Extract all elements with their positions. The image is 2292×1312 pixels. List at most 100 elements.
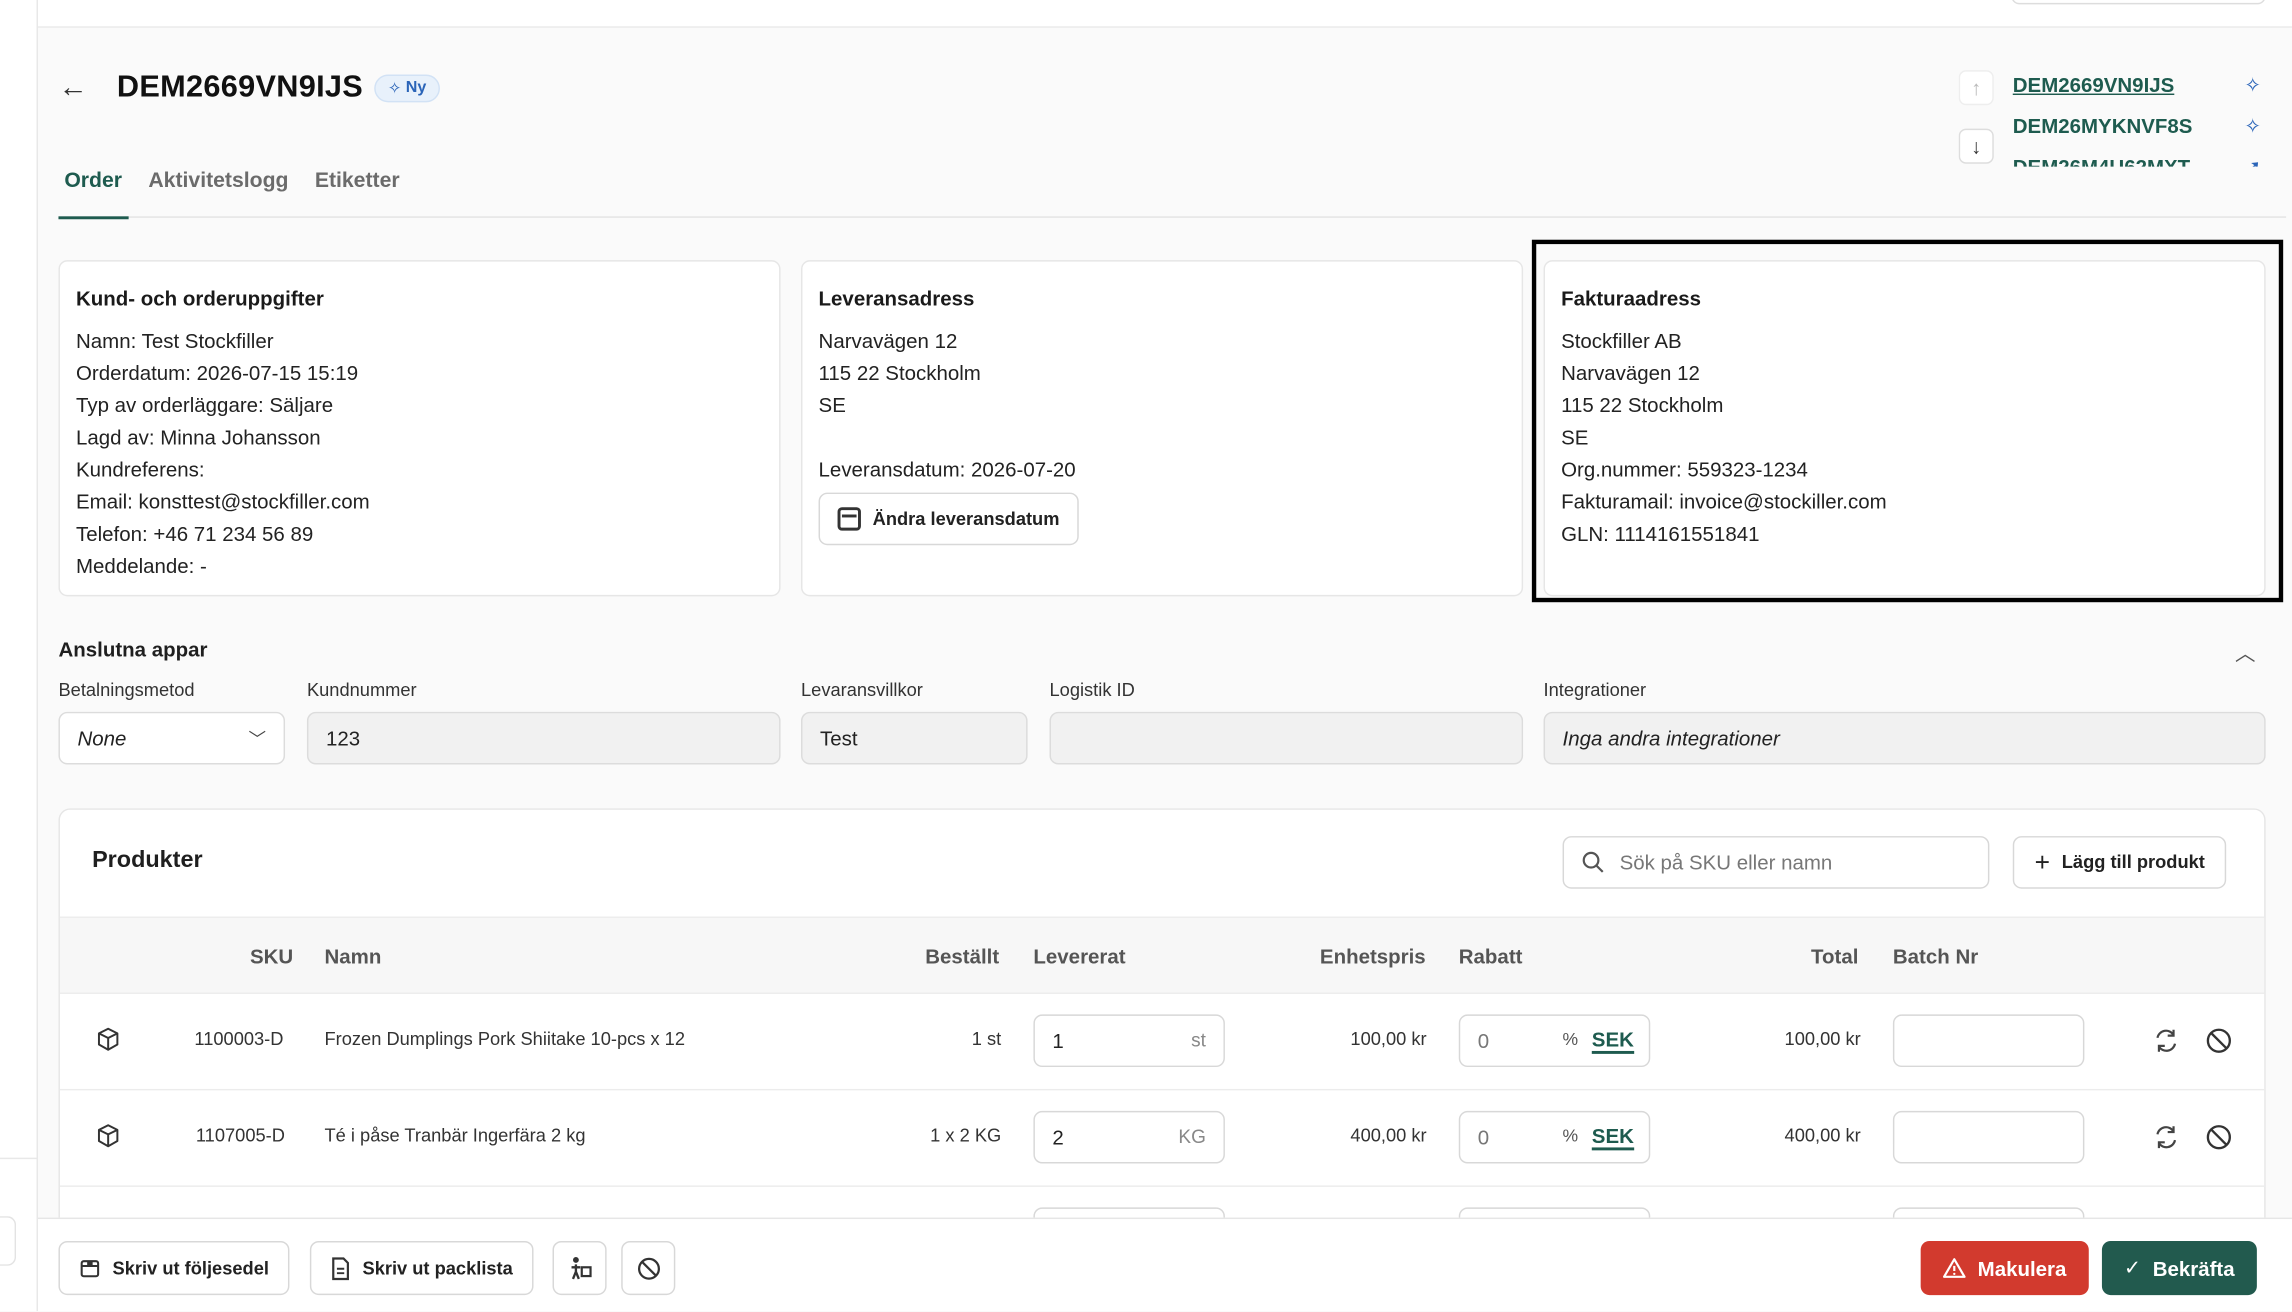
payment-method-value: None: [77, 726, 127, 750]
delivery-address-card: Leveransadress Narvavägen 12 115 22 Stoc…: [801, 260, 1524, 597]
placed-by: Lagd av: Minna Johansson: [76, 425, 321, 449]
customer-order-card: Kund- och orderuppgifter Namn: Test Stoc…: [58, 260, 781, 597]
sidebar-collapsed: [0, 0, 39, 1312]
nav-order-item[interactable]: DEM2669VN9IJS ✧: [2013, 73, 2261, 98]
column-unit-price: Enhetspris: [1319, 944, 1426, 968]
customer-message: Meddelande: -: [76, 553, 207, 578]
product-search-input[interactable]: Sök på SKU eller namn: [1562, 836, 1990, 889]
add-product-button[interactable]: + Lägg till produkt: [2012, 836, 2227, 889]
currency-toggle[interactable]: SEK: [1591, 1028, 1634, 1054]
delivery-country: SE: [818, 393, 846, 417]
package-icon: [97, 1027, 119, 1051]
nav-order-item[interactable]: DEM26M4U62MXT ➚: [2013, 155, 2261, 167]
customer-number-label: Kundnummer: [306, 679, 417, 701]
card-title: Fakturaadress: [1561, 286, 1702, 310]
invoice-email: Fakturamail: invoice@stockiller.com: [1561, 489, 1887, 514]
refresh-icon[interactable]: [2152, 1026, 2181, 1055]
column-sku: SKU: [249, 944, 294, 968]
change-delivery-date-button[interactable]: Ändra leveransdatum: [818, 492, 1079, 546]
currency-toggle[interactable]: SEK: [1591, 1124, 1634, 1151]
batch-number-input[interactable]: [1892, 1014, 2085, 1068]
refresh-icon[interactable]: [2152, 1123, 2181, 1152]
org-number: Org.nummer: 559323-1234: [1561, 457, 1808, 481]
print-delivery-note-button[interactable]: Skriv ut följesedel: [58, 1240, 290, 1296]
courier-button[interactable]: [552, 1240, 607, 1296]
divider: [0, 1157, 39, 1160]
card-title: Kund- och orderuppgifter: [76, 286, 324, 310]
connected-apps-title: Anslutna appar: [58, 637, 208, 661]
arrow-down-icon: ↓: [1971, 134, 1982, 158]
status-badge-label: Ny: [405, 78, 427, 97]
tab-order[interactable]: Order: [58, 167, 128, 220]
tab-labels[interactable]: Etiketter: [309, 167, 406, 218]
customer-reference: Kundreferens:: [76, 457, 205, 481]
action-footer: Skriv ut följesedel Skriv ut packlista M…: [38, 1217, 2292, 1312]
row-sku: 1107005-D: [195, 1125, 285, 1146]
back-arrow-icon[interactable]: ←: [58, 71, 96, 105]
confirm-order-button[interactable]: ✓ Bekräfta: [2101, 1240, 2257, 1296]
payment-method-label: Betalningsmetod: [58, 679, 195, 701]
nav-order-id: DEM26MYKNVF8S: [2012, 114, 2193, 138]
order-date: Orderdatum: 2026-07-15 15:19: [76, 361, 359, 385]
status-badge: ✧ Ny: [374, 73, 440, 102]
products-title: Produkter: [92, 847, 203, 873]
invoice-address-card: Fakturaadress Stockfiller AB Narvavägen …: [1543, 260, 2266, 597]
tab-activity-log[interactable]: Aktivitetslogg: [143, 167, 295, 218]
previous-order-button[interactable]: ↑: [1958, 70, 1994, 106]
next-order-button[interactable]: ↓: [1958, 128, 1994, 164]
sparkle-icon: ✧: [2244, 114, 2262, 138]
search-placeholder: Sök på SKU eller namn: [1619, 850, 1833, 875]
invoice-street: Narvavägen 12: [1561, 361, 1700, 385]
delivery-terms-field[interactable]: Test: [801, 711, 1028, 765]
batch-number-input[interactable]: [1892, 1110, 2085, 1164]
discount-input[interactable]: 0 % SEK: [1458, 1110, 1651, 1164]
button-label: Makulera: [1977, 1256, 2067, 1280]
row-total: 100,00 kr: [1784, 1029, 1861, 1050]
card-title: Leveransadress: [818, 286, 975, 310]
sparkle-icon: ✧: [387, 79, 402, 98]
row-total: 400,00 kr: [1784, 1125, 1861, 1146]
order-detail-page: ← DEM2669VN9IJS ✧ Ny Order Aktivitetslog…: [0, 0, 2292, 1312]
percent-toggle[interactable]: %: [1563, 1029, 1579, 1049]
sidebar-toggle-handle[interactable]: [0, 1216, 17, 1266]
payment-method-select[interactable]: None ﹀: [58, 711, 286, 765]
button-label: Skriv ut följesedel: [112, 1257, 269, 1279]
gln-number: GLN: 1114161551841: [1561, 521, 1760, 546]
column-name: Namn: [324, 944, 382, 968]
percent-toggle[interactable]: %: [1563, 1126, 1579, 1146]
warning-icon: [1942, 1258, 1966, 1278]
void-order-button[interactable]: Makulera: [1920, 1240, 2089, 1296]
plus-icon: +: [2034, 847, 2051, 877]
customer-number-field[interactable]: 123: [306, 711, 781, 765]
chevron-up-icon[interactable]: ︿: [2235, 639, 2255, 668]
delivered-unit: KG: [1178, 1125, 1206, 1148]
customer-name: Namn: Test Stockfiller: [76, 328, 274, 353]
delivered-unit: st: [1191, 1029, 1206, 1051]
print-packing-list-button[interactable]: Skriv ut packlista: [309, 1240, 534, 1296]
delivery-date: Leveransdatum: 2026-07-20: [818, 457, 1076, 481]
button-label: Skriv ut packlista: [362, 1257, 513, 1279]
row-ordered: 1 st: [971, 1029, 1002, 1050]
delivered-quantity-input[interactable]: 2 KG: [1033, 1110, 1225, 1164]
remove-icon[interactable]: [2204, 1026, 2233, 1055]
cancel-order-button[interactable]: [621, 1240, 676, 1296]
top-bar: [38, 0, 2292, 28]
logistics-id-field[interactable]: [1049, 711, 1524, 765]
row-name: Frozen Dumplings Pork Shiitake 10-pcs x …: [324, 1029, 686, 1050]
column-discount: Rabatt: [1458, 944, 1523, 968]
nav-order-item[interactable]: DEM26MYKNVF8S ✧: [2013, 114, 2261, 139]
page-title: DEM2669VN9IJS: [116, 70, 364, 104]
box-print-icon: [80, 1260, 100, 1278]
table-header: SKU Namn Beställt Levererat Enhetspris R…: [59, 916, 2265, 994]
column-total: Total: [1811, 944, 1859, 968]
delivery-street: Narvavägen 12: [818, 328, 958, 353]
discount-input[interactable]: 0 % SEK: [1458, 1014, 1651, 1068]
invoice-country: SE: [1561, 425, 1589, 449]
remove-icon[interactable]: [2204, 1123, 2233, 1152]
column-batch: Batch Nr: [1892, 944, 1979, 968]
delivered-quantity-input[interactable]: 1 st: [1033, 1014, 1225, 1068]
tab-bar: Order Aktivitetslogg Etiketter: [58, 167, 2287, 220]
top-selector[interactable]: [2011, 0, 2266, 5]
column-ordered: Beställt: [925, 944, 1000, 968]
document-icon: [332, 1256, 349, 1280]
